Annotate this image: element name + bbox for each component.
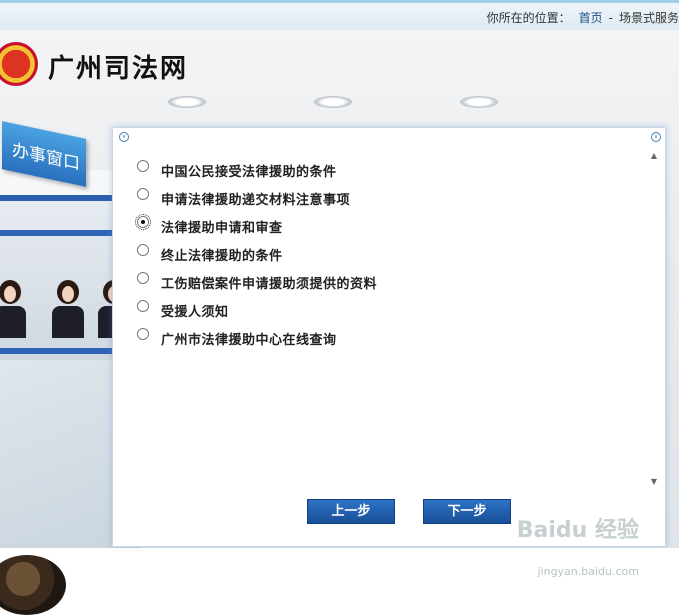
breadcrumb-separator: - <box>608 11 613 25</box>
option-item[interactable]: 受援人须知 <box>137 296 637 324</box>
staff-figure <box>52 280 84 338</box>
breadcrumb-current: 场景式服务 <box>618 11 679 25</box>
options-panel: v v 中国公民接受法律援助的条件 申请法律援助递交材料注意事项 法律援助申请和… <box>112 127 666 547</box>
breadcrumb-prefix: 你所在的位置： <box>486 11 571 25</box>
vertical-scrollbar[interactable] <box>648 148 660 488</box>
option-label: 工伤赔偿案件申请援助须提供的资料 <box>161 276 378 292</box>
national-emblem-icon <box>0 42 38 86</box>
radio-button[interactable] <box>135 214 151 230</box>
radio-button[interactable] <box>137 188 149 200</box>
ceiling-lamp <box>314 96 352 108</box>
radio-button[interactable] <box>137 328 149 340</box>
option-label: 受援人须知 <box>161 304 229 320</box>
scroll-down-icon[interactable]: ▼ <box>648 476 660 488</box>
watermark-logo: Baidu 经验 <box>516 518 639 543</box>
counter-rail <box>0 348 112 354</box>
next-step-button[interactable]: 下一步 <box>423 499 511 524</box>
option-item[interactable]: 工伤赔偿案件申请援助须提供的资料 <box>137 268 637 296</box>
option-label: 申请法律援助递交材料注意事项 <box>161 192 351 208</box>
breadcrumb: 你所在的位置： 首页 - 场景式服务 <box>487 9 679 26</box>
option-item[interactable]: 中国公民接受法律援助的条件 <box>137 156 637 184</box>
option-item[interactable]: 终止法律援助的条件 <box>137 240 637 268</box>
option-label: 终止法律援助的条件 <box>161 248 283 264</box>
option-label: 法律援助申请和审查 <box>161 220 283 236</box>
option-item[interactable]: 广州市法律援助中心在线查询 <box>137 324 637 352</box>
ceiling-lamp <box>168 96 206 108</box>
radio-button[interactable] <box>137 160 149 172</box>
top-bar: 你所在的位置： 首页 - 场景式服务 <box>0 0 679 30</box>
radio-button[interactable] <box>137 300 149 312</box>
option-item[interactable]: 法律援助申请和审查 <box>135 212 637 240</box>
option-label: 中国公民接受法律援助的条件 <box>161 164 337 180</box>
panel-corner-icon: v <box>651 132 661 142</box>
option-label: 广州市法律援助中心在线查询 <box>161 332 337 348</box>
radio-button[interactable] <box>137 244 149 256</box>
watermark-url: jingyan.baidu.com <box>537 565 639 578</box>
site-title: 广州司法网 <box>48 54 189 84</box>
service-window-sign-label: 办事窗口 <box>12 140 80 175</box>
panel-corner-icon: v <box>119 132 129 142</box>
option-item[interactable]: 申请法律援助递交材料注意事项 <box>137 184 637 212</box>
prev-step-button[interactable]: 上一步 <box>307 499 395 524</box>
options-list: 中国公民接受法律援助的条件 申请法律援助递交材料注意事项 法律援助申请和审查 终… <box>135 156 637 352</box>
breadcrumb-home-link[interactable]: 首页 <box>579 11 603 25</box>
counter-rail <box>0 230 112 236</box>
radio-button[interactable] <box>137 272 149 284</box>
staff-figure <box>0 280 26 338</box>
scroll-up-icon[interactable]: ▲ <box>648 150 660 162</box>
ceiling-lamp <box>460 96 498 108</box>
